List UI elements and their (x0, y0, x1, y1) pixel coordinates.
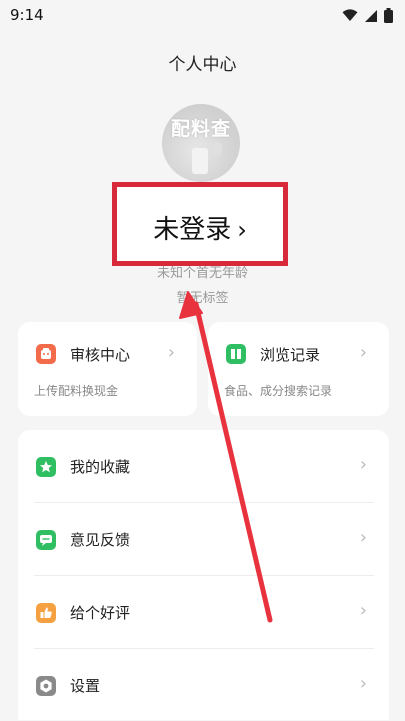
avatar-decoration (212, 142, 222, 156)
menu-item-favorites[interactable]: 我的收藏 › (18, 430, 389, 502)
status-bar: 9:14 (0, 0, 405, 32)
browse-history-card[interactable]: 浏览记录 › 食品、成分搜索记录 (208, 322, 389, 416)
avatar[interactable]: 配料查 (162, 104, 240, 182)
review-icon (36, 344, 56, 364)
menu-item-rate-app[interactable]: 给个好评 › (18, 576, 389, 648)
menu-item-label: 我的收藏 (70, 458, 131, 476)
browse-history-subtitle: 食品、成分搜索记录 (224, 384, 333, 398)
chevron-right-icon: › (359, 600, 367, 621)
menu-item-label: 意见反馈 (70, 531, 131, 549)
menu-item-settings[interactable]: 设置 › (18, 649, 389, 721)
review-center-subtitle: 上传配料换现金 (34, 384, 119, 398)
review-center-card[interactable]: 审核中心 › 上传配料换现金 (18, 322, 197, 416)
status-icons (342, 8, 393, 23)
star-icon (36, 457, 56, 477)
chat-icon (36, 530, 56, 550)
gear-icon (36, 676, 56, 696)
chevron-right-icon: › (359, 673, 367, 694)
avatar-decoration (192, 148, 208, 174)
menu-item-label: 设置 (70, 677, 101, 695)
chevron-right-icon: › (167, 342, 175, 363)
chevron-right-icon: › (359, 342, 367, 363)
status-time: 9:14 (10, 6, 44, 24)
login-label-row: 未登录 › (117, 209, 283, 246)
chevron-right-icon: › (359, 454, 367, 475)
menu-list: 我的收藏 › 意见反馈 › 给个好评 › 设置 › (18, 430, 389, 720)
battery-icon (384, 8, 393, 23)
review-center-title: 审核中心 (70, 346, 131, 364)
avatar-logo-text: 配料查 (170, 118, 231, 140)
page-title: 个人中心 (168, 55, 237, 75)
menu-item-label: 给个好评 (70, 604, 131, 622)
chevron-right-icon: › (359, 527, 367, 548)
login-button[interactable]: 未登录 › (112, 182, 288, 266)
signal-icon (365, 9, 377, 22)
thumbs-up-icon (36, 603, 56, 623)
login-label: 未登录 (153, 215, 232, 245)
chevron-right-icon: › (237, 216, 247, 244)
book-icon (226, 344, 246, 364)
menu-item-feedback[interactable]: 意见反馈 › (18, 503, 389, 575)
wifi-icon (342, 9, 358, 21)
browse-history-title: 浏览记录 (260, 346, 321, 364)
tag-info: 暂无标签 (176, 291, 229, 306)
